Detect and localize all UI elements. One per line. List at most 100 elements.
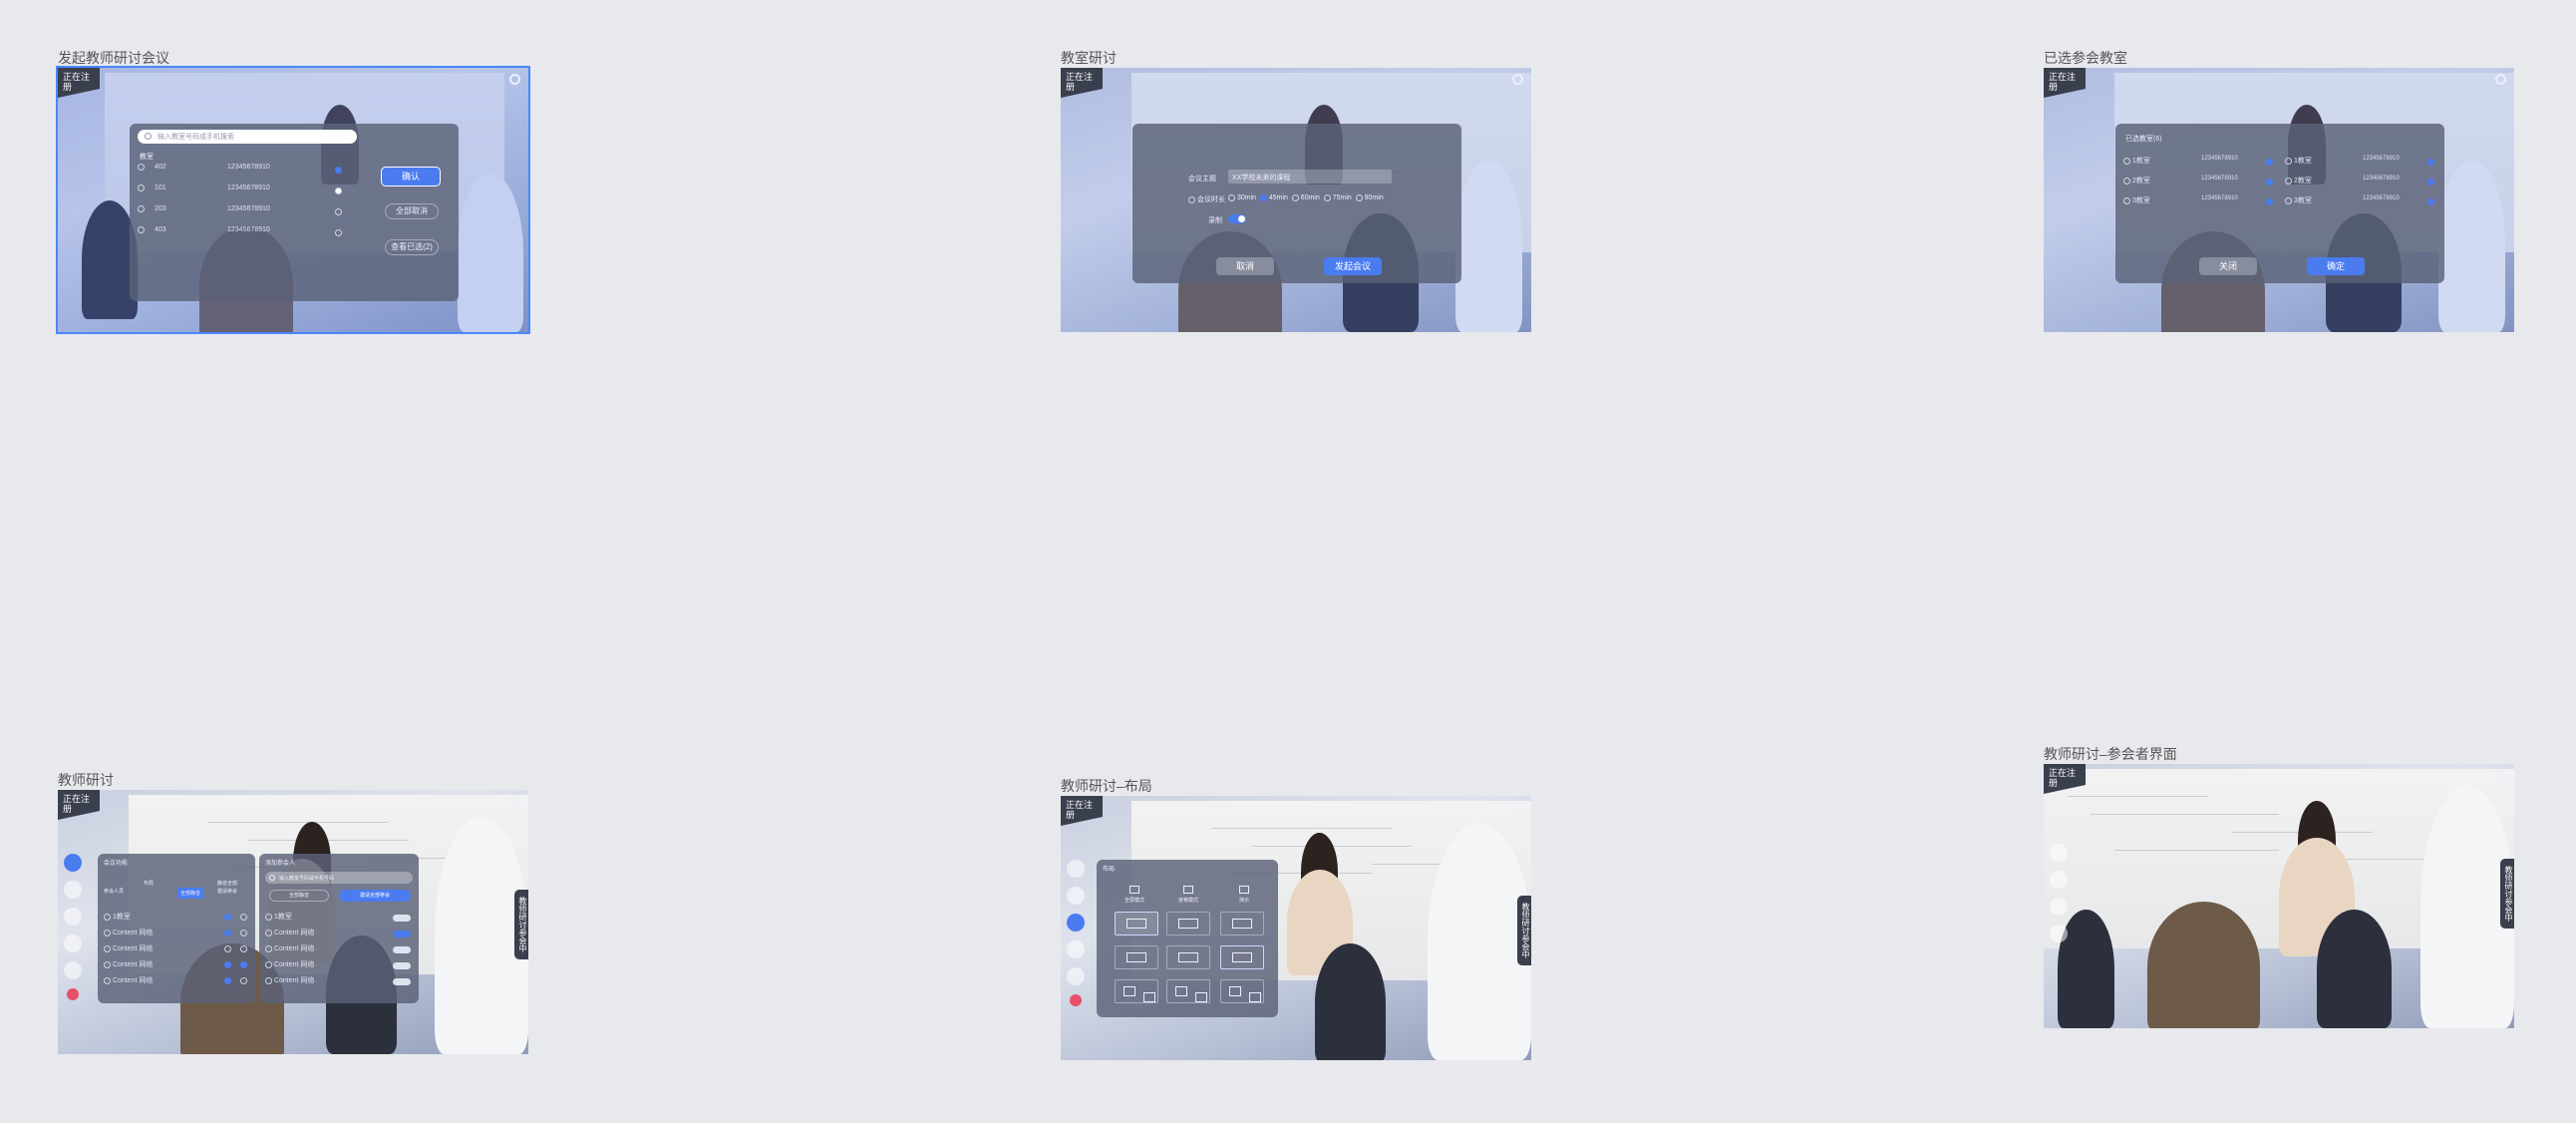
layout-option[interactable] bbox=[1220, 945, 1264, 969]
layout-option[interactable] bbox=[1166, 979, 1210, 1003]
topic-label: 会议主题 bbox=[1188, 176, 1216, 183]
chat-icon[interactable] bbox=[64, 881, 82, 899]
close-button[interactable]: 关闭 bbox=[2199, 257, 2257, 275]
side-tab[interactable]: 教师研讨参会中 bbox=[514, 890, 528, 959]
checkbox[interactable] bbox=[335, 167, 342, 174]
tab-participants[interactable]: 参会人员 bbox=[104, 888, 124, 895]
list-item[interactable]: 203 12345678910 bbox=[138, 205, 342, 223]
duration-option[interactable]: 60min bbox=[1291, 194, 1320, 201]
layout-option[interactable] bbox=[1115, 979, 1158, 1003]
tab-silence-all[interactable]: 静音全部 bbox=[217, 880, 237, 887]
list-item[interactable]: 3教室 12345678910 bbox=[2285, 195, 2434, 213]
screen-icon[interactable] bbox=[1067, 967, 1085, 985]
start-meeting-button[interactable]: 发起会议 bbox=[1324, 257, 1382, 275]
board-title: 教师研讨 bbox=[58, 772, 114, 788]
checkbox[interactable] bbox=[2427, 198, 2434, 205]
layout-option[interactable] bbox=[1220, 912, 1264, 936]
mic-icon[interactable] bbox=[2050, 925, 2068, 942]
discussion-icon[interactable] bbox=[64, 854, 82, 872]
mode-present[interactable]: 演示 bbox=[1226, 886, 1262, 904]
checkbox[interactable] bbox=[2427, 159, 2434, 166]
list-item[interactable]: Content 网络 bbox=[265, 975, 413, 989]
ok-button[interactable]: 确定 bbox=[2307, 257, 2365, 275]
layout-option[interactable] bbox=[1115, 945, 1158, 969]
classroom-screen: 正在注册 已选教室(6) 1教室 12345678910 2教室 123456789… bbox=[2044, 68, 2514, 332]
layout-option[interactable] bbox=[1166, 945, 1210, 969]
settings-icon[interactable] bbox=[1512, 802, 1523, 813]
list-item[interactable]: Content 网络 bbox=[265, 943, 413, 957]
search-input[interactable]: 输入教室号码或手机号码 bbox=[265, 872, 413, 884]
list-item[interactable]: 2教室 12345678910 bbox=[2285, 176, 2434, 193]
add-participants-panel: 添加参会人 输入教室号码或手机号码 全部静音 邀请全部参会 1教室 Conten… bbox=[259, 854, 419, 1003]
search-input[interactable]: 输入教室号码或手机搜索 bbox=[138, 130, 357, 144]
discussion-icon[interactable] bbox=[2050, 844, 2068, 862]
checkbox[interactable] bbox=[2266, 159, 2273, 166]
checkbox[interactable] bbox=[2266, 179, 2273, 186]
side-tab[interactable]: 教师研讨参会中 bbox=[1517, 896, 1531, 965]
cancel-button[interactable]: 取消 bbox=[1216, 257, 1274, 275]
duration-option[interactable]: 30min bbox=[1228, 194, 1256, 201]
checkbox[interactable] bbox=[335, 187, 342, 194]
settings-icon[interactable] bbox=[509, 796, 520, 807]
mute-all-button[interactable]: 全部静音 bbox=[269, 890, 329, 902]
end-call-icon[interactable] bbox=[67, 988, 79, 1000]
mic-icon[interactable] bbox=[1067, 940, 1085, 958]
settings-icon[interactable] bbox=[2495, 770, 2506, 781]
list-item[interactable]: Content 网络 bbox=[104, 928, 249, 941]
confirm-button[interactable]: 确认 bbox=[381, 167, 441, 187]
board-title: 教师研讨–布局 bbox=[1061, 778, 1152, 794]
duration-option[interactable]: 75min bbox=[1323, 194, 1352, 201]
list-item[interactable]: 1教室 12345678910 bbox=[2123, 156, 2273, 174]
list-item[interactable]: 1教室 12345678910 bbox=[2285, 156, 2434, 174]
board-title: 教师研讨–参会者界面 bbox=[2044, 746, 2177, 762]
checkbox[interactable] bbox=[335, 229, 342, 236]
list-item[interactable]: 1教室 bbox=[104, 912, 249, 926]
tab-mute-all[interactable]: 全部静音 bbox=[177, 888, 204, 899]
camera-icon[interactable] bbox=[2050, 898, 2068, 916]
settings-icon[interactable] bbox=[2495, 74, 2506, 85]
screen-icon[interactable] bbox=[64, 961, 82, 979]
cancel-all-button[interactable]: 全部取消 bbox=[385, 203, 439, 219]
list-item[interactable]: 1教室 bbox=[265, 912, 413, 926]
list-item[interactable]: 2教室 12345678910 bbox=[2123, 176, 2273, 193]
invite-all-button[interactable]: 邀请全部参会 bbox=[339, 890, 411, 902]
list-item[interactable]: Content 网络 bbox=[104, 943, 249, 957]
checkbox[interactable] bbox=[2266, 198, 2273, 205]
settings-icon[interactable] bbox=[509, 74, 520, 85]
list-item[interactable]: 3教室 12345678910 bbox=[2123, 195, 2273, 213]
list-item[interactable]: Content 网络 bbox=[265, 959, 413, 973]
mode-fullscreen[interactable]: 全屏模式 bbox=[1117, 886, 1152, 904]
layout-icon[interactable] bbox=[1067, 914, 1085, 932]
layout-option[interactable] bbox=[1166, 912, 1210, 936]
checkbox[interactable] bbox=[335, 208, 342, 215]
tab-layout[interactable]: 布局 bbox=[144, 880, 154, 887]
mode-grid[interactable]: 宫格模式 bbox=[1170, 886, 1206, 904]
checkbox[interactable] bbox=[2427, 179, 2434, 186]
side-tab[interactable]: 教师研讨参会中 bbox=[2500, 859, 2514, 929]
list-item[interactable]: Content 网络 bbox=[104, 975, 249, 989]
list-item[interactable]: 101 12345678910 bbox=[138, 185, 342, 202]
topic-input[interactable]: XX学校未来的课程 bbox=[1228, 170, 1392, 184]
board-title: 发起教师研讨会议 bbox=[58, 50, 169, 66]
panel-header: 已选教室(6) bbox=[2125, 136, 2162, 143]
chat-icon[interactable] bbox=[2050, 871, 2068, 889]
tab-invite[interactable]: 邀请参会 bbox=[217, 888, 237, 895]
list-item[interactable]: Content 网络 bbox=[104, 959, 249, 973]
chat-icon[interactable] bbox=[1067, 887, 1085, 905]
camera-icon[interactable] bbox=[64, 908, 82, 926]
discussion-icon[interactable] bbox=[1067, 860, 1085, 878]
classroom-screen: 正在注册 会议功能 参会人员 布局 全部静音 静音全部 邀请参会 1教室 Con… bbox=[58, 790, 528, 1054]
list-item[interactable]: Content 网络 bbox=[265, 928, 413, 941]
duration-option[interactable]: 45min bbox=[1259, 194, 1288, 201]
settings-icon[interactable] bbox=[1512, 74, 1523, 85]
mic-icon[interactable] bbox=[64, 935, 82, 952]
view-selected-button[interactable]: 查看已选(2) bbox=[385, 239, 439, 255]
end-call-icon[interactable] bbox=[1070, 994, 1082, 1006]
duration-option[interactable]: 90min bbox=[1355, 194, 1384, 201]
layout-option[interactable] bbox=[1115, 912, 1158, 936]
record-toggle[interactable] bbox=[1228, 214, 1246, 223]
list-item[interactable]: 403 12345678910 bbox=[138, 226, 342, 244]
list-item[interactable]: 402 12345678910 bbox=[138, 164, 342, 182]
layout-option[interactable] bbox=[1220, 979, 1264, 1003]
board-title: 教室研讨 bbox=[1061, 50, 1117, 66]
